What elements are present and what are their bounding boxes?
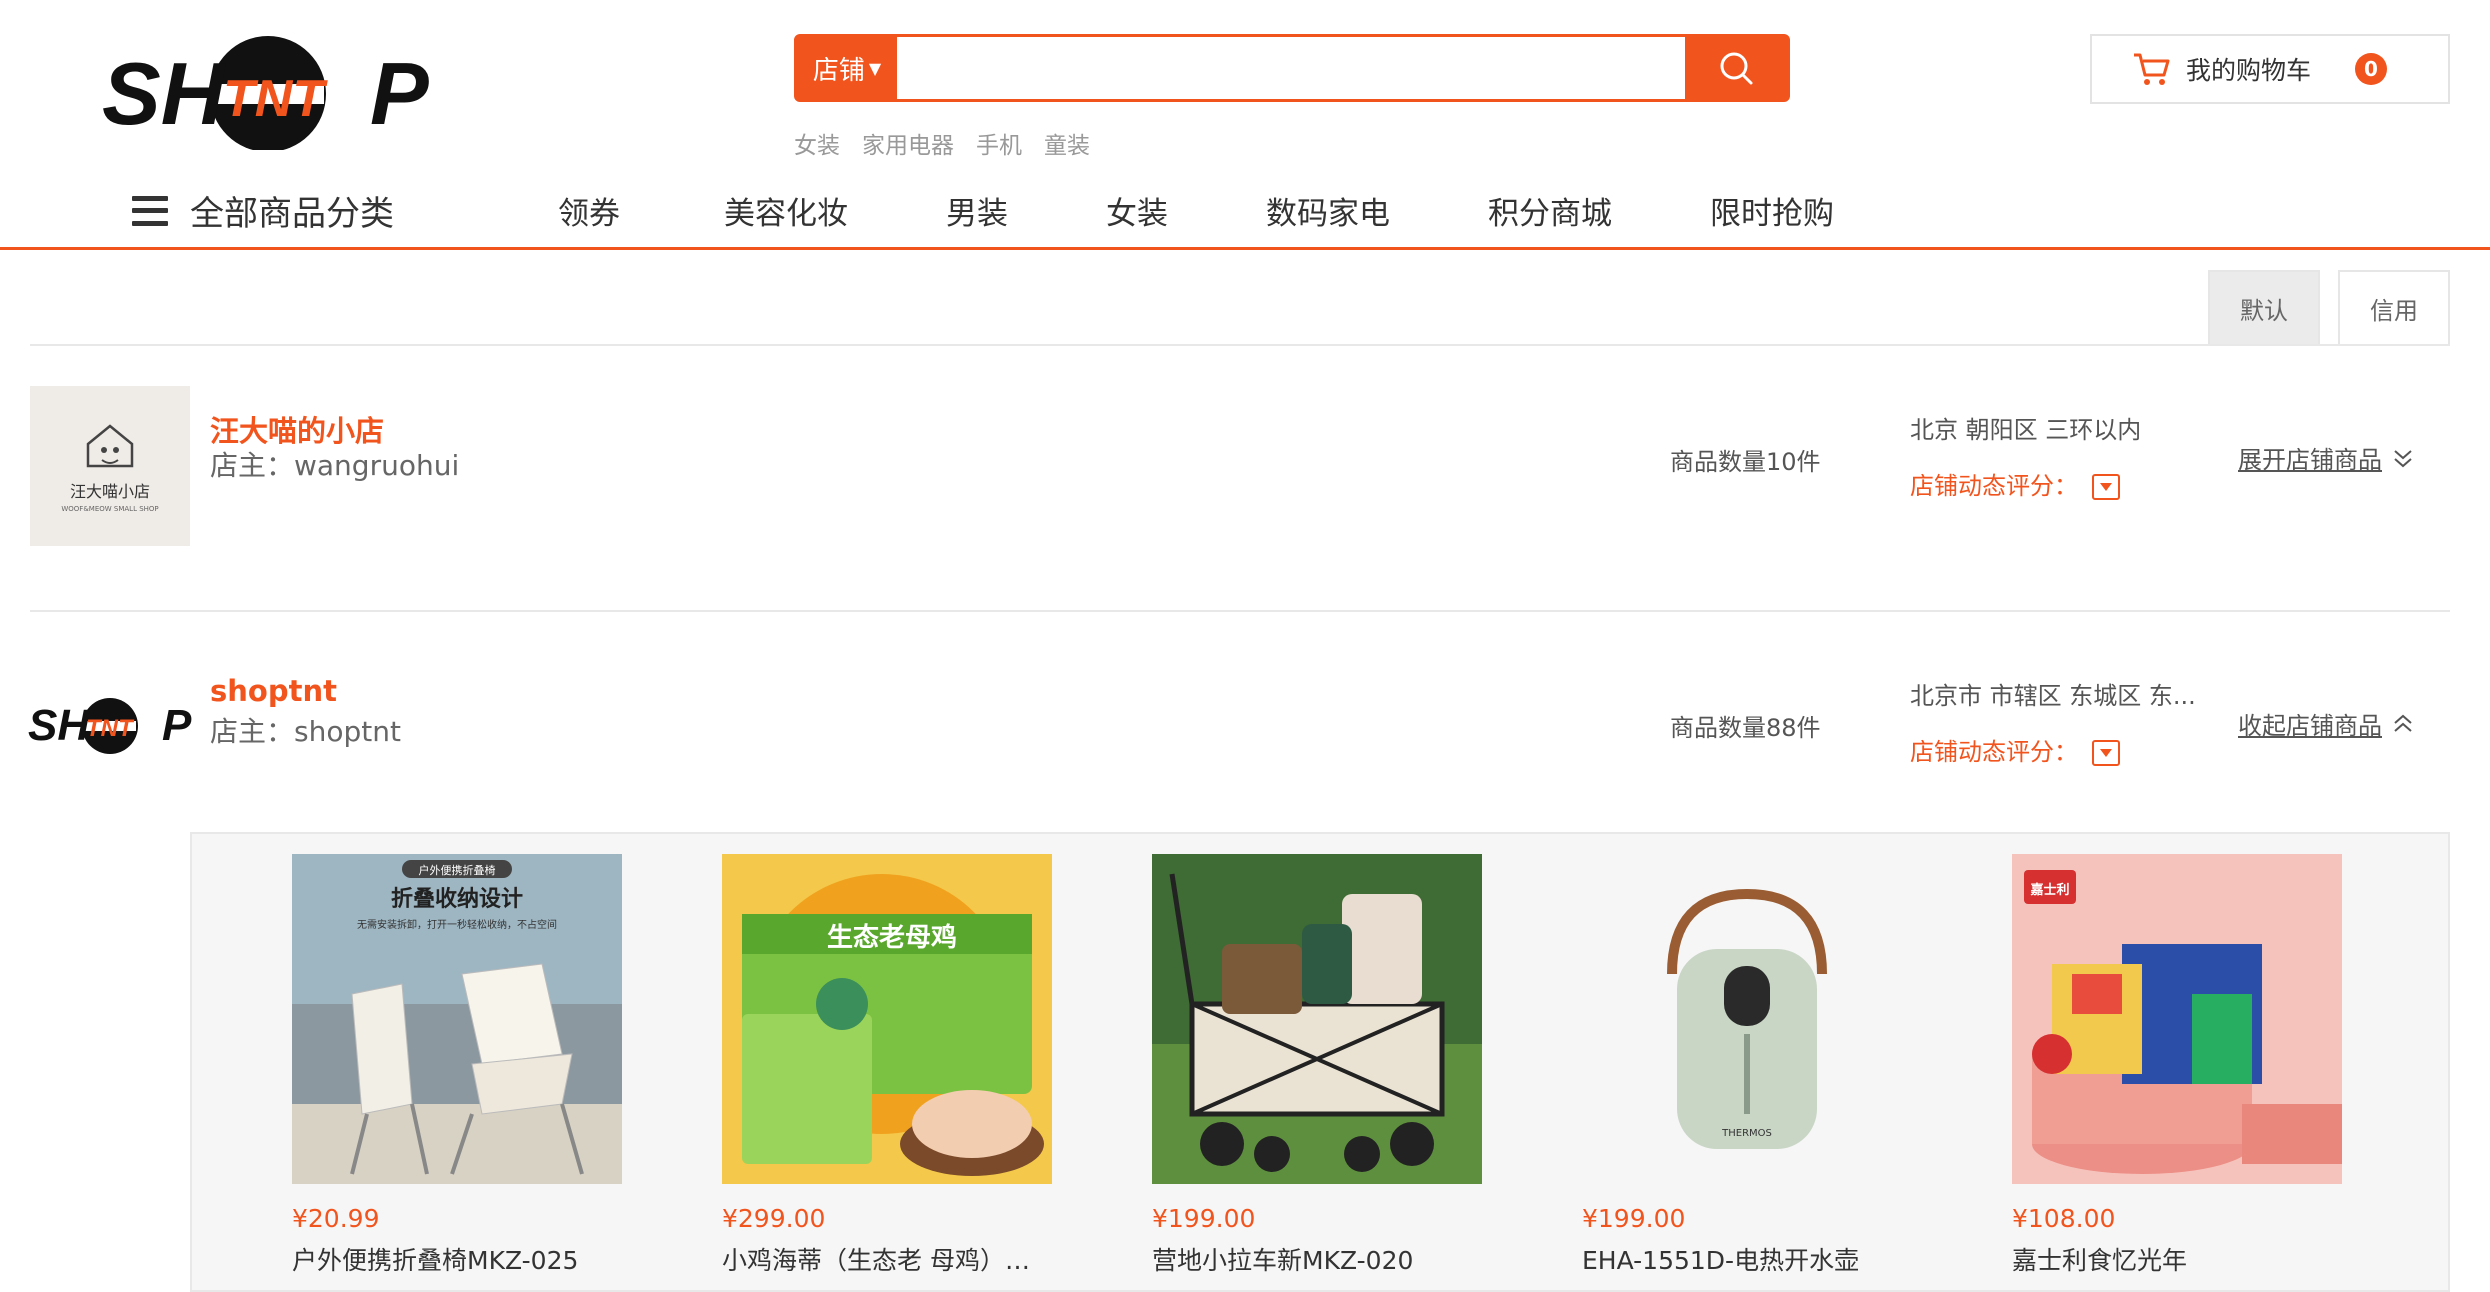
product-card[interactable]: 嘉士利 ¥108.00 嘉士利食忆光年 bbox=[2012, 854, 2342, 1277]
shop-logo-text-left: SH bbox=[28, 701, 90, 750]
shop-logo-text: 汪大喵小店 bbox=[69, 481, 150, 501]
hot-keywords: 女装 家用电器 手机 童装 bbox=[794, 126, 1090, 160]
shop-owner: 店主：wangruohui bbox=[210, 449, 460, 482]
collapse-shop-products-link[interactable]: 收起店铺商品 bbox=[2238, 706, 2414, 741]
product-card[interactable]: ¥199.00 营地小拉车新MKZ-020 bbox=[1152, 854, 1482, 1277]
house-cat-icon bbox=[86, 423, 134, 467]
toggle-label: 展开店铺商品 bbox=[2238, 446, 2382, 474]
product-name[interactable]: 营地小拉车新MKZ-020 bbox=[1152, 1241, 1482, 1277]
shop-logo-subtext: WOOF&MEOW SMALL SHOP bbox=[61, 504, 159, 513]
product-price: ¥299.00 bbox=[722, 1204, 826, 1233]
product-image-brand: 嘉士利 bbox=[2029, 882, 2069, 898]
product-price: ¥199.00 bbox=[1152, 1204, 1256, 1233]
nav-link-coupons[interactable]: 领券 bbox=[558, 188, 620, 233]
caret-down-icon bbox=[2100, 749, 2112, 757]
logo-text-right: P bbox=[370, 44, 429, 143]
all-categories-button[interactable]: 全部商品分类 bbox=[132, 186, 394, 235]
product-card[interactable]: 生态老母鸡 ¥299.00 小鸡海蒂（生态老 母鸡）礼... bbox=[722, 854, 1052, 1277]
shop-location: 北京市 市辖区 东城区 东... bbox=[1910, 682, 2196, 710]
hot-keyword[interactable]: 童装 bbox=[1044, 126, 1090, 160]
sort-credit-button[interactable]: 信用 bbox=[2338, 270, 2450, 346]
caret-down-icon bbox=[2100, 483, 2112, 491]
nav-link-beauty[interactable]: 美容化妆 bbox=[724, 188, 848, 233]
product-name[interactable]: EHA-1551D-电热开水壶 bbox=[1582, 1241, 1912, 1277]
cart-icon bbox=[2134, 53, 2170, 85]
product-price: ¥199.00 bbox=[1582, 1204, 1686, 1233]
shop-name[interactable]: shoptnt bbox=[210, 674, 337, 708]
shop-product-count: 商品数量88件 bbox=[1670, 714, 1821, 742]
logo-text-mid: TNT bbox=[223, 70, 328, 128]
shop-logo-text-mid: TNT bbox=[86, 715, 135, 742]
sort-default-button[interactable]: 默认 bbox=[2208, 270, 2320, 346]
shop-rating-label: 店铺动态评分： bbox=[1910, 738, 2078, 766]
nav-link-digital[interactable]: 数码家电 bbox=[1266, 188, 1390, 233]
shop-logo-text-right: P bbox=[162, 701, 192, 750]
hot-keyword[interactable]: 手机 bbox=[976, 126, 1022, 160]
rating-dropdown-button[interactable] bbox=[2092, 740, 2120, 766]
shop-rating: 店铺动态评分： bbox=[1910, 732, 2120, 767]
caret-down-icon: ▼ bbox=[868, 58, 882, 78]
shop-products-panel: 户外便携折叠椅 折叠收纳设计 无需安装拆卸，打开一秒轻松收纳，不占空间 ¥20.… bbox=[190, 832, 2450, 1292]
nav-link-points-mall[interactable]: 积分商城 bbox=[1488, 188, 1612, 233]
shop-logo-shoptnt[interactable]: SH TNT P bbox=[28, 690, 194, 760]
product-image[interactable]: 嘉士利 bbox=[2012, 854, 2342, 1184]
cart-count-badge: 0 bbox=[2355, 53, 2388, 85]
shop-rating: 店铺动态评分： bbox=[1910, 466, 2120, 501]
double-chevron-down-icon bbox=[2394, 449, 2412, 467]
product-name[interactable]: 小鸡海蒂（生态老 母鸡）礼... bbox=[722, 1241, 1052, 1277]
product-image-title: 折叠收纳设计 bbox=[391, 886, 523, 912]
product-price: ¥20.99 bbox=[292, 1204, 380, 1233]
product-image[interactable]: 户外便携折叠椅 折叠收纳设计 无需安装拆卸，打开一秒轻松收纳，不占空间 bbox=[292, 854, 622, 1184]
search-icon bbox=[1720, 52, 1753, 85]
logo-text-left: SH bbox=[102, 44, 227, 143]
divider bbox=[30, 610, 2450, 612]
search-type-select[interactable]: 店铺 ▼ bbox=[797, 37, 897, 99]
product-image[interactable]: 生态老母鸡 bbox=[722, 854, 1052, 1184]
hot-keyword[interactable]: 家用电器 bbox=[862, 126, 954, 160]
shop-product-count: 商品数量10件 bbox=[1670, 448, 1821, 476]
nav-link-women[interactable]: 女装 bbox=[1106, 188, 1168, 233]
cart-button[interactable]: 我的购物车 0 bbox=[2090, 34, 2450, 104]
toggle-label: 收起店铺商品 bbox=[2238, 712, 2382, 740]
all-categories-label: 全部商品分类 bbox=[190, 194, 394, 234]
product-image[interactable] bbox=[1152, 854, 1482, 1184]
search-bar: 店铺 ▼ bbox=[794, 34, 1790, 102]
hot-keyword[interactable]: 女装 bbox=[794, 126, 840, 160]
shop-owner: 店主：shoptnt bbox=[210, 715, 401, 748]
product-image-title: 生态老母鸡 bbox=[827, 922, 957, 953]
divider bbox=[30, 344, 2450, 346]
product-image-subtitle: 无需安装拆卸，打开一秒轻松收纳，不占空间 bbox=[357, 918, 557, 931]
main-nav: 全部商品分类 领券 美容化妆 男装 女装 数码家电 积分商城 限时抢购 bbox=[0, 168, 2490, 250]
double-chevron-up-icon bbox=[2394, 714, 2412, 732]
shop-rating-label: 店铺动态评分： bbox=[1910, 472, 2078, 500]
search-input[interactable] bbox=[897, 37, 1685, 99]
product-image-brand: THERMOS bbox=[1721, 1128, 1772, 1139]
nav-links: 领券 美容化妆 男装 女装 数码家电 积分商城 限时抢购 bbox=[558, 188, 1834, 233]
shop-logo-wangdamiao[interactable]: 汪大喵小店 WOOF&MEOW SMALL SHOP bbox=[30, 386, 190, 546]
search-button[interactable] bbox=[1685, 37, 1787, 99]
product-image-tag: 户外便携折叠椅 bbox=[419, 863, 496, 877]
product-name[interactable]: 户外便携折叠椅MKZ-025 bbox=[292, 1241, 622, 1277]
site-logo[interactable]: SH TNT P bbox=[100, 34, 440, 152]
product-name[interactable]: 嘉士利食忆光年 bbox=[2012, 1241, 2342, 1277]
product-price: ¥108.00 bbox=[2012, 1204, 2116, 1233]
expand-shop-products-link[interactable]: 展开店铺商品 bbox=[2238, 440, 2414, 475]
product-image[interactable]: THERMOS bbox=[1582, 854, 1912, 1184]
search-type-label: 店铺 bbox=[812, 55, 865, 86]
nav-link-men[interactable]: 男装 bbox=[946, 188, 1008, 233]
product-card[interactable]: THERMOS ¥199.00 EHA-1551D-电热开水壶 bbox=[1582, 854, 1912, 1277]
rating-dropdown-button[interactable] bbox=[2092, 474, 2120, 500]
shop-location: 北京 朝阳区 三环以内 bbox=[1910, 416, 2142, 444]
product-card[interactable]: 户外便携折叠椅 折叠收纳设计 无需安装拆卸，打开一秒轻松收纳，不占空间 ¥20.… bbox=[292, 854, 622, 1277]
nav-link-flash-sale[interactable]: 限时抢购 bbox=[1710, 188, 1834, 233]
menu-icon bbox=[132, 195, 168, 226]
cart-label: 我的购物车 bbox=[2186, 56, 2312, 85]
